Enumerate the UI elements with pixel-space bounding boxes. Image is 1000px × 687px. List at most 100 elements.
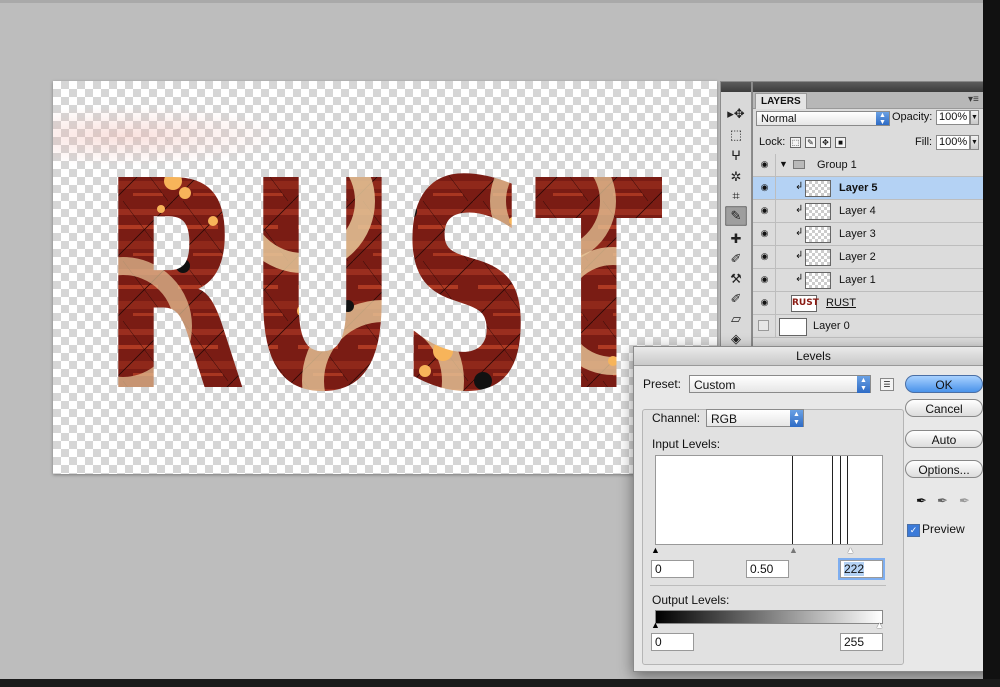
fill-label: Fill: [915, 136, 933, 148]
lasso-icon[interactable]: ⵖ [725, 146, 747, 166]
tab-layers[interactable]: LAYERS [755, 93, 807, 109]
auto-button[interactable]: Auto [905, 430, 983, 448]
layer-row-rust[interactable]: ◉ RUST RUST [753, 292, 986, 315]
disclosure-triangle-icon[interactable]: ▼ [779, 159, 788, 169]
fill-dropdown-arrow[interactable]: ▼ [970, 135, 979, 150]
layer-thumbnail [805, 180, 831, 197]
preset-label: Preset: [643, 377, 682, 391]
clipping-arrow-icon: ↲ [795, 250, 804, 261]
layer-row-layer-0[interactable]: Layer 0 [753, 315, 986, 338]
cancel-button[interactable]: Cancel [905, 399, 983, 417]
healing-brush-icon[interactable]: ✚ [725, 229, 747, 249]
eye-icon[interactable]: ◉ [758, 159, 771, 170]
preset-select[interactable]: Custom ▲ ▼ [689, 375, 871, 393]
layers-panel: LAYERS ▾≡ Normal ▲ ▼ Opacity: 100% ▼ Lock… [752, 81, 987, 353]
output-black-field[interactable]: 0 [651, 633, 694, 651]
layer-name: Group 1 [817, 159, 857, 171]
black-eyedropper-icon[interactable]: ✒ [916, 493, 927, 509]
tools-panel: ▸✥ ⬚ ⵖ ✲ ⌗ ✎ ✚ ✐ ⚒ ✐ ▱ ◈ [720, 81, 752, 353]
opacity-field[interactable]: 100% [936, 110, 970, 125]
output-white-field[interactable]: 255 [840, 633, 883, 651]
layer-thumbnail [805, 226, 831, 243]
layer-row-layer-5[interactable]: ◉ ↲ Layer 5 [753, 177, 986, 200]
layer-row-layer-4[interactable]: ◉ ↲ Layer 4 [753, 200, 986, 223]
lock-position-icon[interactable]: ✥ [820, 137, 831, 148]
layer-thumbnail [805, 272, 831, 289]
layer-name: Layer 1 [839, 274, 876, 286]
document-canvas[interactable]: RUST [53, 81, 717, 474]
eyedropper-icon[interactable]: ✎ [725, 206, 747, 226]
dialog-title: Levels [634, 347, 993, 366]
eye-icon[interactable]: ◉ [758, 228, 771, 239]
lock-transparent-icon[interactable]: ⬚ [790, 137, 801, 148]
tools-panel-header [721, 82, 751, 92]
eye-icon[interactable]: ◉ [758, 274, 771, 285]
lock-all-icon[interactable]: ■ [835, 137, 846, 148]
channel-label: Channel: [652, 411, 701, 425]
input-gamma-slider[interactable]: ▲ [789, 546, 798, 555]
history-brush-icon[interactable]: ✐ [725, 289, 747, 309]
histogram-bar [847, 456, 848, 544]
input-gamma-field[interactable]: 0.50 [746, 560, 789, 578]
eraser-icon[interactable]: ▱ [725, 309, 747, 329]
channel-select[interactable]: RGB ▲ ▼ [706, 409, 804, 427]
marquee-icon[interactable]: ⬚ [725, 125, 747, 145]
preview-checkbox[interactable]: ✓ [907, 524, 920, 537]
bottom-bar [0, 679, 1000, 687]
fill-field[interactable]: 100% [936, 135, 970, 150]
layer-name: Layer 3 [839, 228, 876, 240]
input-white-slider[interactable]: ▲ [846, 546, 855, 555]
window-edge [983, 0, 1000, 687]
options-button[interactable]: Options... [905, 460, 983, 478]
input-white-field[interactable]: 222 [840, 560, 883, 578]
input-levels-label: Input Levels: [652, 437, 721, 451]
output-levels-label: Output Levels: [652, 593, 730, 607]
layer-name: Layer 2 [839, 251, 876, 263]
input-black-slider[interactable]: ▲ [651, 546, 660, 555]
blend-mode-value: Normal [761, 113, 797, 125]
levels-dialog: Levels Preset: Custom ▲ ▼ ☰ Channel: RGB … [633, 346, 994, 672]
input-white-value: 222 [844, 562, 865, 576]
white-eyedropper-icon[interactable]: ✒ [959, 493, 970, 509]
layer-thumbnail [779, 318, 807, 336]
magic-wand-icon[interactable]: ✲ [725, 167, 747, 187]
histogram [655, 455, 883, 545]
ok-button[interactable]: OK [905, 375, 983, 393]
histogram-bar [840, 456, 841, 544]
chevron-updown-icon: ▲ ▼ [790, 410, 803, 427]
panel-menu-icon[interactable]: ▾≡ [968, 94, 979, 105]
chevron-updown-icon: ▲ ▼ [857, 376, 870, 393]
preset-options-icon[interactable]: ☰ [880, 378, 894, 391]
clone-stamp-icon[interactable]: ⚒ [725, 269, 747, 289]
eye-icon[interactable]: ◉ [758, 205, 771, 216]
eye-icon[interactable]: ◉ [758, 251, 771, 262]
rust-artwork: RUST [101, 120, 665, 455]
layer-row-layer-1[interactable]: ◉ ↲ Layer 1 [753, 269, 986, 292]
preset-value: Custom [694, 378, 736, 392]
output-white-slider[interactable]: ▲ [875, 621, 884, 630]
visibility-toggle-off[interactable] [758, 320, 769, 331]
opacity-dropdown-arrow[interactable]: ▼ [970, 110, 979, 125]
input-black-field[interactable]: 0 [651, 560, 694, 578]
blend-mode-select[interactable]: Normal ▲ ▼ [756, 111, 890, 126]
clipping-arrow-icon: ↲ [795, 181, 804, 192]
preview-label: Preview [922, 522, 965, 536]
layer-thumbnail [805, 203, 831, 220]
layer-row-layer-3[interactable]: ◉ ↲ Layer 3 [753, 223, 986, 246]
move-icon[interactable]: ▸✥ [725, 104, 747, 124]
opacity-label: Opacity: [892, 111, 933, 123]
eye-icon[interactable]: ◉ [758, 297, 771, 308]
eye-icon[interactable]: ◉ [758, 182, 771, 193]
lock-image-icon[interactable]: ✎ [805, 137, 816, 148]
gray-eyedropper-icon[interactable]: ✒ [937, 493, 948, 509]
layer-row-group-1[interactable]: ◉ ▼ Group 1 [753, 154, 986, 177]
layer-name: Layer 5 [839, 182, 878, 194]
clipping-arrow-icon: ↲ [795, 204, 804, 215]
brush-icon[interactable]: ✐ [725, 249, 747, 269]
output-black-slider[interactable]: ▲ [651, 621, 660, 630]
crop-icon[interactable]: ⌗ [725, 186, 747, 206]
channel-value: RGB [711, 412, 738, 426]
clipping-arrow-icon: ↲ [795, 227, 804, 238]
layers-panel-header [753, 82, 986, 92]
layer-row-layer-2[interactable]: ◉ ↲ Layer 2 [753, 246, 986, 269]
